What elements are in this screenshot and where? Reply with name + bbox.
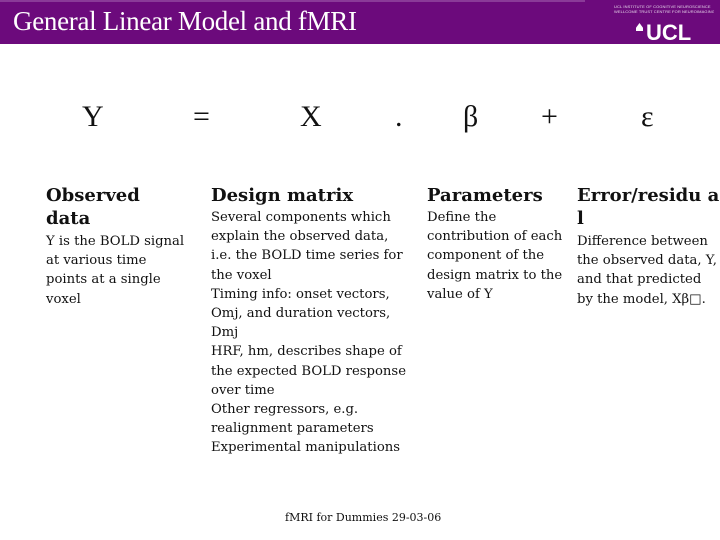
equation-beta: β bbox=[463, 100, 479, 133]
ucl-logo: UCL bbox=[636, 22, 691, 44]
column-body: Several components which explain the obs… bbox=[211, 210, 406, 456]
institute-text: UCL INSTITUTE OF COGNITIVE NEUROSCIENCE … bbox=[614, 4, 714, 14]
column-parameters: Parameters Define the contribution of ea… bbox=[427, 184, 567, 304]
equation-epsilon: ε bbox=[641, 100, 654, 133]
column-body: Difference between the observed data, Y,… bbox=[577, 234, 717, 307]
equation-equals: = bbox=[193, 100, 210, 133]
header-bar: General Linear Model and fMRI UCL INSTIT… bbox=[0, 0, 720, 44]
column-error-residual: Error/residu al Difference between the o… bbox=[577, 184, 720, 309]
institute-line-2: WELLCOME TRUST CENTRE FOR NEUROIMAGING bbox=[614, 9, 714, 14]
equation-plus: + bbox=[541, 100, 558, 133]
column-design-matrix: Design matrix Several components which e… bbox=[211, 184, 411, 458]
header-top-line bbox=[0, 0, 585, 2]
equation-dot: . bbox=[395, 100, 403, 133]
column-body: Define the contribution of each componen… bbox=[427, 210, 563, 302]
column-heading: Error/residu al bbox=[577, 185, 720, 229]
equation-x: X bbox=[300, 100, 322, 133]
column-heading: Parameters bbox=[427, 185, 543, 206]
column-heading: Design matrix bbox=[211, 185, 354, 206]
slide-footer: fMRI for Dummies 29-03-06 bbox=[285, 511, 442, 524]
portico-icon bbox=[636, 23, 643, 31]
ucl-logo-text: UCL bbox=[646, 20, 692, 45]
column-observed-data: Observed data Y is the BOLD signal at va… bbox=[46, 184, 186, 309]
column-body: Y is the BOLD signal at various time poi… bbox=[46, 234, 185, 307]
column-heading: Observed data bbox=[46, 185, 140, 229]
equation-y: Y bbox=[82, 100, 104, 133]
slide-title: General Linear Model and fMRI bbox=[13, 6, 357, 36]
